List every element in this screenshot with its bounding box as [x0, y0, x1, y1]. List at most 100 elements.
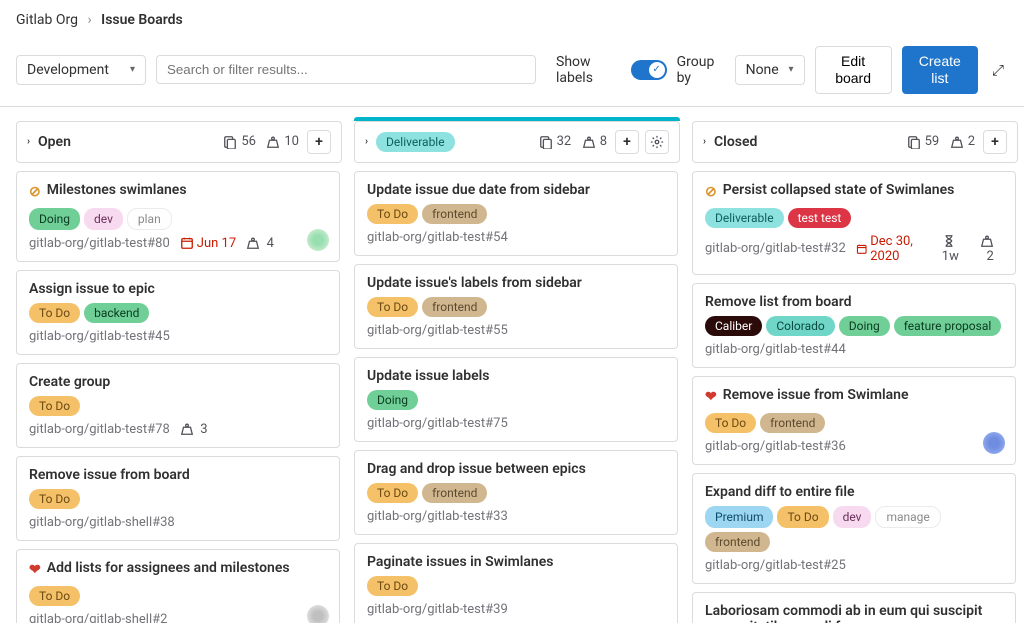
card-title: Update issue labels: [367, 368, 665, 384]
column-counts: 59 2: [907, 134, 975, 149]
label-pill[interactable]: frontend: [760, 413, 825, 433]
label-pill[interactable]: frontend: [422, 297, 487, 317]
label-pill[interactable]: backend: [84, 303, 149, 323]
group-by-dropdown[interactable]: None ▾: [735, 55, 805, 85]
card-title: Drag and drop issue between epics: [367, 461, 665, 477]
label-pill[interactable]: Premium: [705, 506, 773, 528]
card-meta: gitlab-org/gitlab-test#78 3: [29, 422, 327, 437]
add-card-button[interactable]: +: [983, 130, 1007, 154]
label-pill[interactable]: To Do: [367, 297, 418, 317]
show-labels-toggle[interactable]: ✓: [631, 60, 667, 80]
card-labels: Doing: [367, 390, 665, 410]
card-ref: gitlab-org/gitlab-test#80: [29, 236, 170, 251]
label-pill[interactable]: To Do: [367, 483, 418, 503]
column-title: Open: [38, 134, 223, 150]
show-labels-label: Show labels: [556, 54, 621, 86]
card-list: ⊘Persist collapsed state of Swimlanes De…: [692, 171, 1018, 623]
label-pill[interactable]: Deliverable: [705, 208, 784, 228]
collapse-icon[interactable]: ›: [703, 136, 706, 147]
issue-card[interactable]: ❤Add lists for assignees and milestones …: [16, 549, 340, 623]
label-pill[interactable]: Deliverable: [376, 132, 455, 152]
label-pill[interactable]: To Do: [29, 489, 80, 509]
label-pill[interactable]: frontend: [422, 204, 487, 224]
label-pill[interactable]: manage: [875, 506, 940, 528]
breadcrumb-page[interactable]: Issue Boards: [101, 12, 183, 28]
group-by-value: None: [746, 62, 779, 78]
label-pill[interactable]: Colorado: [766, 316, 834, 336]
card-ref: gitlab-org/gitlab-test#44: [705, 342, 1003, 357]
label-pill[interactable]: To Do: [705, 413, 756, 433]
label-pill[interactable]: To Do: [29, 303, 80, 323]
breadcrumb-org[interactable]: Gitlab Org: [16, 12, 78, 28]
label-pill[interactable]: Caliber: [705, 316, 762, 336]
breadcrumb-sep: ›: [87, 12, 91, 28]
breadcrumb: Gitlab Org › Issue Boards: [0, 0, 1024, 38]
issue-card[interactable]: Update issue labels Doing gitlab-org/git…: [354, 357, 678, 442]
due-date: Jun 17: [180, 236, 236, 251]
confidential-icon: ⊘: [29, 182, 41, 202]
add-card-button[interactable]: +: [307, 130, 331, 154]
label-pill[interactable]: To Do: [367, 204, 418, 224]
card-ref: gitlab-org/gitlab-test#39: [367, 602, 665, 617]
card-title: Update issue's labels from sidebar: [367, 275, 665, 291]
create-list-button[interactable]: Create list: [902, 46, 978, 94]
issue-card[interactable]: ❤Remove issue from Swimlane To Dofronten…: [692, 376, 1016, 465]
label-pill[interactable]: Doing: [839, 316, 890, 336]
confidential-icon: ⊘: [705, 182, 717, 202]
issue-card[interactable]: ⊘Persist collapsed state of Swimlanes De…: [692, 171, 1016, 275]
card-title: Expand diff to entire file: [705, 484, 1003, 500]
label-pill[interactable]: test test: [788, 208, 852, 228]
assignee-avatar[interactable]: [983, 432, 1005, 454]
issue-card[interactable]: Expand diff to entire file PremiumTo Dod…: [692, 473, 1016, 584]
card-labels: CaliberColoradoDoingfeature proposal: [705, 316, 1003, 336]
issue-card[interactable]: Remove list from board CaliberColoradoDo…: [692, 283, 1016, 368]
chevron-down-icon: ▾: [789, 64, 794, 75]
collapse-icon[interactable]: ›: [365, 136, 368, 147]
issue-card[interactable]: Remove issue from board To Do gitlab-org…: [16, 456, 340, 541]
issue-card[interactable]: Paginate issues in Swimlanes To Do gitla…: [354, 543, 678, 623]
edit-board-button[interactable]: Edit board: [815, 46, 892, 94]
label-pill[interactable]: plan: [127, 208, 172, 230]
card-ref: gitlab-org/gitlab-test#54: [367, 230, 665, 245]
issue-card[interactable]: Create group To Do gitlab-org/gitlab-tes…: [16, 363, 340, 448]
label-pill[interactable]: To Do: [29, 396, 80, 416]
card-ref: gitlab-org/gitlab-test#32: [705, 241, 846, 256]
label-pill[interactable]: dev: [84, 208, 123, 230]
add-card-button[interactable]: +: [615, 130, 639, 154]
label-pill[interactable]: To Do: [367, 576, 418, 596]
label-pill[interactable]: To Do: [777, 506, 828, 528]
card-weight: 2: [980, 234, 1003, 264]
assignee-avatar[interactable]: [307, 229, 329, 251]
label-pill[interactable]: frontend: [422, 483, 487, 503]
card-title: Remove issue from board: [29, 467, 327, 483]
label-pill[interactable]: frontend: [705, 532, 770, 552]
issue-card[interactable]: ⊘Milestones swimlanes Doingdevplan gitla…: [16, 171, 340, 262]
label-pill[interactable]: Doing: [29, 208, 80, 230]
issue-card[interactable]: Assign issue to epic To Dobackend gitlab…: [16, 270, 340, 355]
label-pill[interactable]: Doing: [367, 390, 418, 410]
card-ref: gitlab-org/gitlab-shell#2: [29, 612, 327, 623]
board-dropdown[interactable]: Development ▾: [16, 55, 146, 85]
fullscreen-icon[interactable]: ⤢: [988, 61, 1008, 79]
card-labels: PremiumTo Dodevmanage frontend: [705, 506, 1003, 552]
collapse-icon[interactable]: ›: [27, 136, 30, 147]
card-list: Update issue due date from sidebar To Do…: [354, 171, 680, 623]
card-title: Create group: [29, 374, 327, 390]
card-meta: gitlab-org/gitlab-test#80 Jun 17 4: [29, 236, 327, 251]
issue-card[interactable]: Update issue due date from sidebar To Do…: [354, 171, 678, 256]
card-labels: To Dofrontend: [367, 204, 665, 224]
label-pill[interactable]: feature proposal: [894, 316, 1002, 336]
board: › Open 56 10 + ⊘Milestones swimlanes Doi…: [0, 107, 1024, 637]
search-input[interactable]: [156, 55, 536, 84]
column-settings-button[interactable]: [645, 130, 669, 154]
label-pill[interactable]: dev: [833, 506, 872, 528]
toolbar: Development ▾ Show labels ✓ Group by Non…: [0, 38, 1024, 107]
label-pill[interactable]: To Do: [29, 586, 80, 606]
issue-card[interactable]: Drag and drop issue between epics To Dof…: [354, 450, 678, 535]
issue-card[interactable]: Update issue's labels from sidebar To Do…: [354, 264, 678, 349]
issue-card[interactable]: Laboriosam commodi ab in eum qui suscipi…: [692, 592, 1016, 623]
card-labels: To Do: [29, 396, 327, 416]
card-title: Paginate issues in Swimlanes: [367, 554, 665, 570]
board-column: › Open 56 10 + ⊘Milestones swimlanes Doi…: [16, 121, 342, 623]
card-ref: gitlab-org/gitlab-test#33: [367, 509, 665, 524]
